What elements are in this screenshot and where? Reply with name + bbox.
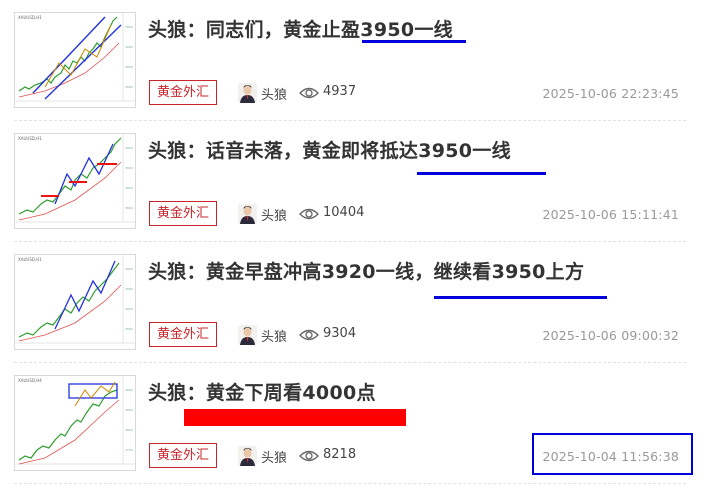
svg-text:XAUUSD,H1: XAUUSD,H1 bbox=[18, 136, 42, 141]
publish-time: 2025-10-06 22:23:45 bbox=[542, 86, 679, 101]
svg-text:XAUUSD,H1: XAUUSD,H1 bbox=[18, 257, 42, 262]
svg-text:3700: 3700 bbox=[125, 448, 133, 452]
svg-text:3900: 3900 bbox=[125, 287, 133, 291]
svg-text:XAUUSD,H4: XAUUSD,H4 bbox=[18, 378, 42, 383]
view-count: 9304 bbox=[323, 326, 357, 341]
eye-icon bbox=[298, 327, 320, 343]
svg-text:3950: 3950 bbox=[125, 25, 133, 29]
svg-text:3800: 3800 bbox=[125, 327, 133, 331]
article-thumbnail-chart[interactable]: XAUUSD,H1 3950 3900 3850 3800 bbox=[14, 12, 136, 108]
eye-icon bbox=[298, 206, 320, 222]
svg-text:3800: 3800 bbox=[125, 206, 133, 210]
author-avatar bbox=[238, 83, 257, 103]
svg-text:3850: 3850 bbox=[125, 307, 133, 311]
article-thumbnail-chart[interactable]: XAUUSD,H1 3950 3900 3850 3800 bbox=[14, 133, 136, 229]
author-avatar bbox=[238, 446, 257, 466]
article-title[interactable]: 头狼：黄金早盘冲高3920一线，继续看3950上方 bbox=[148, 257, 584, 284]
view-count: 8218 bbox=[323, 447, 357, 462]
eye-icon bbox=[298, 448, 320, 464]
article-title[interactable]: 头狼：黄金下周看4000点 bbox=[148, 378, 376, 405]
view-count: 10404 bbox=[323, 205, 365, 220]
category-tag[interactable]: 黄金外汇 bbox=[149, 443, 218, 468]
view-count: 4937 bbox=[323, 84, 357, 99]
svg-text:3850: 3850 bbox=[125, 65, 133, 69]
svg-text:4000: 4000 bbox=[125, 388, 133, 392]
svg-text:3800: 3800 bbox=[125, 428, 133, 432]
article-item[interactable]: XAUUSD,H1 3950 3900 3850 3800 头狼：同志们，黄金止盈39… bbox=[0, 0, 720, 121]
svg-text:3900: 3900 bbox=[125, 45, 133, 49]
author-name[interactable]: 头狼 bbox=[261, 326, 287, 345]
author-name[interactable]: 头狼 bbox=[261, 447, 287, 466]
author-name[interactable]: 头狼 bbox=[261, 84, 287, 103]
publish-time: 2025-10-04 11:56:38 bbox=[542, 449, 679, 464]
category-tag[interactable]: 黄金外汇 bbox=[149, 322, 218, 347]
publish-time: 2025-10-06 15:11:41 bbox=[542, 207, 679, 222]
svg-text:3850: 3850 bbox=[125, 186, 133, 190]
article-thumbnail-chart[interactable]: XAUUSD,H1 3950 3900 3850 3800 bbox=[14, 254, 136, 350]
author-name[interactable]: 头狼 bbox=[261, 205, 287, 224]
divider bbox=[14, 483, 686, 484]
author-avatar bbox=[238, 325, 257, 345]
article-title[interactable]: 头狼：同志们，黄金止盈3950一线 bbox=[148, 15, 453, 42]
svg-text:3800: 3800 bbox=[125, 85, 133, 89]
author-avatar bbox=[238, 204, 257, 224]
article-item[interactable]: XAUUSD,H1 3950 3900 3850 3800 头狼：黄金早盘冲高3920… bbox=[0, 242, 720, 363]
publish-time: 2025-10-06 09:00:32 bbox=[542, 328, 679, 343]
article-thumbnail-chart[interactable]: XAUUSD,H4 4000 3900 3800 3700 bbox=[14, 375, 136, 471]
article-item[interactable]: XAUUSD,H4 4000 3900 3800 3700 头狼：黄金下周看4000点… bbox=[0, 363, 720, 484]
svg-text:XAUUSD,H1: XAUUSD,H1 bbox=[18, 15, 42, 20]
category-tag[interactable]: 黄金外汇 bbox=[149, 201, 218, 226]
article-item[interactable]: XAUUSD,H1 3950 3900 3850 3800 头狼：话音未落，黄金即将抵… bbox=[0, 121, 720, 242]
category-tag[interactable]: 黄金外汇 bbox=[149, 80, 218, 105]
article-title[interactable]: 头狼：话音未落，黄金即将抵达3950一线 bbox=[148, 136, 511, 163]
svg-text:3950: 3950 bbox=[125, 146, 133, 150]
eye-icon bbox=[298, 85, 320, 101]
svg-text:3900: 3900 bbox=[125, 408, 133, 412]
svg-text:3950: 3950 bbox=[125, 267, 133, 271]
svg-text:3900: 3900 bbox=[125, 166, 133, 170]
